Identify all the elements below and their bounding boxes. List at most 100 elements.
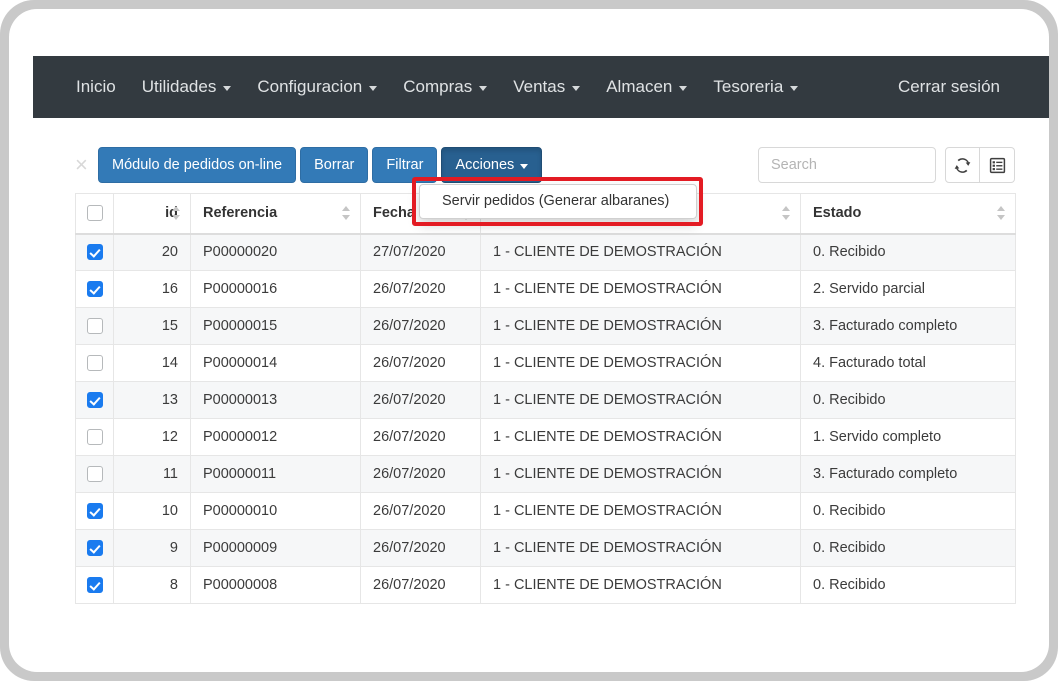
search-input[interactable]	[758, 147, 936, 183]
cell-referencia: P00000015	[190, 307, 361, 345]
column-chooser-icon[interactable]	[980, 147, 1015, 183]
cell-fecha: 27/07/2020	[360, 233, 481, 271]
toolbar-button-m-dulo-de-pedidos-on-line[interactable]: Módulo de pedidos on-line	[98, 147, 297, 183]
cell-estado: 0. Recibido	[800, 381, 1016, 419]
toolbar-button-label: Acciones	[455, 157, 515, 173]
row-select-cell	[75, 492, 114, 530]
cell-estado: 2. Servido parcial	[800, 270, 1016, 308]
toolbar-button-acciones[interactable]: Acciones	[441, 147, 543, 183]
table-row[interactable]: 9 P00000009 26/07/2020 1 - CLIENTE DE DEMOS…	[75, 529, 1016, 567]
search-area	[758, 147, 1015, 183]
cell-cliente: 1 - CLIENTE DE DEMOSTRACIÓN	[480, 455, 801, 493]
row-select-cell	[75, 307, 114, 345]
cell-estado: 4. Facturado total	[800, 344, 1016, 382]
sort-arrows-icon[interactable]	[997, 205, 1006, 221]
cell-cliente: 1 - CLIENTE DE DEMOSTRACIÓN	[480, 344, 801, 382]
device-frame: Inicio Utilidades Configuracion Compras Vent…	[0, 0, 1058, 681]
cell-cliente: 1 - CLIENTE DE DEMOSTRACIÓN	[480, 418, 801, 456]
nav-item-configuracion[interactable]: Configuracion	[244, 56, 390, 118]
refresh-icon[interactable]	[945, 147, 980, 183]
row-select-cell	[75, 381, 114, 419]
orders-table-container: id Referencia Fecha Estado 20 P00000020 27/07…	[75, 193, 1016, 604]
chevron-down-icon	[223, 85, 232, 91]
row-checkbox[interactable]	[86, 392, 103, 409]
nav-item-inicio[interactable]: Inicio	[63, 56, 129, 118]
logout-link[interactable]: Cerrar sesión	[885, 56, 1013, 118]
row-checkbox[interactable]	[86, 429, 103, 446]
row-checkbox[interactable]	[86, 355, 103, 372]
cell-estado: 0. Recibido	[800, 492, 1016, 530]
table-row[interactable]: 8 P00000008 26/07/2020 1 - CLIENTE DE DEMOS…	[75, 566, 1016, 604]
row-checkbox[interactable]	[86, 466, 103, 483]
row-checkbox[interactable]	[86, 244, 103, 261]
cell-cliente: 1 - CLIENTE DE DEMOSTRACIÓN	[480, 270, 801, 308]
cell-fecha: 26/07/2020	[360, 566, 481, 604]
nav-item-almacen[interactable]: Almacen	[593, 56, 700, 118]
header-select-all-cell	[75, 193, 114, 235]
cell-estado: 0. Recibido	[800, 233, 1016, 271]
table-icon-buttons	[945, 147, 1015, 183]
cell-cliente: 1 - CLIENTE DE DEMOSTRACIÓN	[480, 529, 801, 567]
nav-item-label: Inicio	[76, 77, 116, 96]
table-row[interactable]: 11 P00000011 26/07/2020 1 - CLIENTE DE DEMO…	[75, 455, 1016, 493]
column-header-label: Estado	[813, 205, 862, 222]
cell-estado: 1. Servido completo	[800, 418, 1016, 456]
table-row[interactable]: 12 P00000012 26/07/2020 1 - CLIENTE DE DEMO…	[75, 418, 1016, 456]
table-row[interactable]: 13 P00000013 26/07/2020 1 - CLIENTE DE DEMO…	[75, 381, 1016, 419]
cell-id: 14	[113, 344, 191, 382]
cell-fecha: 26/07/2020	[360, 455, 481, 493]
nav-item-tesoreria[interactable]: Tesoreria	[700, 56, 811, 118]
cell-cliente: 1 - CLIENTE DE DEMOSTRACIÓN	[480, 492, 801, 530]
cell-id: 13	[113, 381, 191, 419]
toolbar-button-label: Filtrar	[386, 157, 424, 173]
nav-item-compras[interactable]: Compras	[390, 56, 500, 118]
cell-id: 15	[113, 307, 191, 345]
cell-estado: 0. Recibido	[800, 529, 1016, 567]
table-body: 20 P00000020 27/07/2020 1 - CLIENTE DE DEMO…	[75, 233, 1016, 604]
table-row[interactable]: 14 P00000014 26/07/2020 1 - CLIENTE DE DEMO…	[75, 344, 1016, 382]
sort-arrows-icon[interactable]	[342, 205, 351, 221]
row-checkbox[interactable]	[86, 503, 103, 520]
nav-item-label: Almacen	[606, 77, 673, 96]
nav-item-label: Tesoreria	[713, 77, 784, 96]
table-row[interactable]: 20 P00000020 27/07/2020 1 - CLIENTE DE DEMO…	[75, 233, 1016, 271]
nav-item-utilidades[interactable]: Utilidades	[129, 56, 245, 118]
chevron-down-icon	[572, 85, 581, 91]
cell-fecha: 26/07/2020	[360, 344, 481, 382]
chevron-down-icon	[479, 85, 488, 91]
row-checkbox[interactable]	[86, 540, 103, 557]
sort-arrows-icon[interactable]	[782, 205, 791, 221]
select-all-checkbox[interactable]	[86, 205, 103, 222]
column-header-estado[interactable]: Estado	[800, 193, 1016, 235]
row-select-cell	[75, 233, 114, 271]
toolbar-button-filtrar[interactable]: Filtrar	[372, 147, 438, 183]
nav-item-ventas[interactable]: Ventas	[500, 56, 593, 118]
row-checkbox[interactable]	[86, 281, 103, 298]
cell-referencia: P00000013	[190, 381, 361, 419]
column-header-id[interactable]: id	[113, 193, 191, 235]
acciones-dropdown-menu: Servir pedidos (Generar albaranes)	[419, 184, 697, 219]
cell-cliente: 1 - CLIENTE DE DEMOSTRACIÓN	[480, 381, 801, 419]
column-header-referencia[interactable]: Referencia	[190, 193, 361, 235]
nav-item-label: Ventas	[513, 77, 566, 96]
column-header-label: Referencia	[203, 205, 278, 222]
row-checkbox[interactable]	[86, 577, 103, 594]
cell-referencia: P00000010	[190, 492, 361, 530]
chevron-down-icon	[679, 85, 688, 91]
row-checkbox[interactable]	[86, 318, 103, 335]
menu-item-servir-pedidos[interactable]: Servir pedidos (Generar albaranes)	[420, 185, 696, 218]
row-select-cell	[75, 529, 114, 567]
toolbar-button-label: Módulo de pedidos on-line	[112, 157, 283, 173]
sort-arrows-icon[interactable]	[172, 205, 181, 221]
table-row[interactable]: 15 P00000015 26/07/2020 1 - CLIENTE DE DEMO…	[75, 307, 1016, 345]
cell-estado: 3. Facturado completo	[800, 455, 1016, 493]
table-row[interactable]: 16 P00000016 26/07/2020 1 - CLIENTE DE DEMO…	[75, 270, 1016, 308]
row-select-cell	[75, 566, 114, 604]
close-icon[interactable]: ×	[75, 154, 93, 176]
row-select-cell	[75, 344, 114, 382]
toolbar-button-borrar[interactable]: Borrar	[300, 147, 369, 183]
cell-cliente: 1 - CLIENTE DE DEMOSTRACIÓN	[480, 233, 801, 271]
table-row[interactable]: 10 P00000010 26/07/2020 1 - CLIENTE DE DEMO…	[75, 492, 1016, 530]
cell-id: 8	[113, 566, 191, 604]
cell-cliente: 1 - CLIENTE DE DEMOSTRACIÓN	[480, 566, 801, 604]
